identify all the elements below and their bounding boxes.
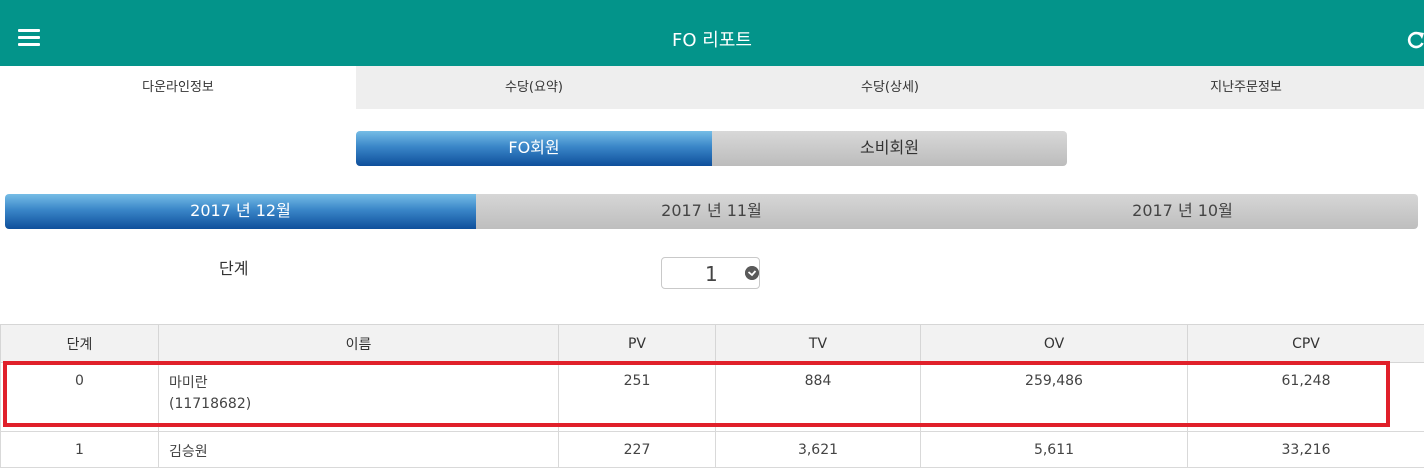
table-row[interactable]: 0 마미란 (11718682) 251 884 259,486 61,248 — [1, 363, 1424, 432]
table-header-row: 단계 이름 PV TV OV CPV — [1, 325, 1424, 363]
tab-allowance-summary[interactable]: 수당(요약) — [356, 66, 712, 109]
month-2017-10-button[interactable]: 2017 년 10월 — [947, 194, 1418, 229]
header-tv: TV — [716, 325, 921, 363]
cell-name: 김승원 — [159, 432, 559, 468]
member-name: 마미란 — [169, 373, 557, 394]
app-header: FO 리포트 — [0, 0, 1424, 66]
report-tabs: 다운라인정보 수당(요약) 수당(상세) 지난주문정보 — [0, 66, 1424, 109]
cell-pv: 251 — [559, 363, 716, 432]
header-level: 단계 — [1, 325, 159, 363]
tab-allowance-detail[interactable]: 수당(상세) — [712, 66, 1068, 109]
level-value: 1 — [705, 262, 718, 286]
cell-cpv: 61,248 — [1188, 363, 1424, 432]
cell-ov: 259,486 — [921, 363, 1188, 432]
member-id: (11718682) — [169, 394, 557, 415]
header-name: 이름 — [159, 325, 559, 363]
cell-level: 1 — [1, 432, 159, 468]
header-pv: PV — [559, 325, 716, 363]
cell-tv: 3,621 — [716, 432, 921, 468]
cell-ov: 5,611 — [921, 432, 1188, 468]
tab-downline-info[interactable]: 다운라인정보 — [0, 66, 356, 109]
tab-past-orders[interactable]: 지난주문정보 — [1068, 66, 1424, 109]
fo-member-button[interactable]: FO회원 — [356, 131, 712, 166]
page-title: FO 리포트 — [0, 30, 1424, 52]
cell-cpv: 33,216 — [1188, 432, 1424, 468]
level-select[interactable]: 1 — [661, 257, 760, 289]
cell-level: 0 — [1, 363, 159, 432]
downline-table: 단계 이름 PV TV OV CPV 0 마미란 (11718682) 251 … — [0, 324, 1424, 468]
chevron-down-icon — [745, 266, 759, 280]
member-name: 김승원 — [169, 442, 557, 463]
month-2017-11-button[interactable]: 2017 년 11월 — [476, 194, 947, 229]
cell-pv: 227 — [559, 432, 716, 468]
table-row[interactable]: 1 김승원 227 3,621 5,611 33,216 — [1, 432, 1424, 468]
level-label: 단계 — [219, 255, 248, 279]
refresh-icon[interactable] — [1406, 30, 1424, 50]
header-cpv: CPV — [1188, 325, 1424, 363]
consumer-member-button[interactable]: 소비회원 — [712, 131, 1067, 166]
cell-name: 마미란 (11718682) — [159, 363, 559, 432]
cell-tv: 884 — [716, 363, 921, 432]
month-2017-12-button[interactable]: 2017 년 12월 — [5, 194, 476, 229]
header-ov: OV — [921, 325, 1188, 363]
